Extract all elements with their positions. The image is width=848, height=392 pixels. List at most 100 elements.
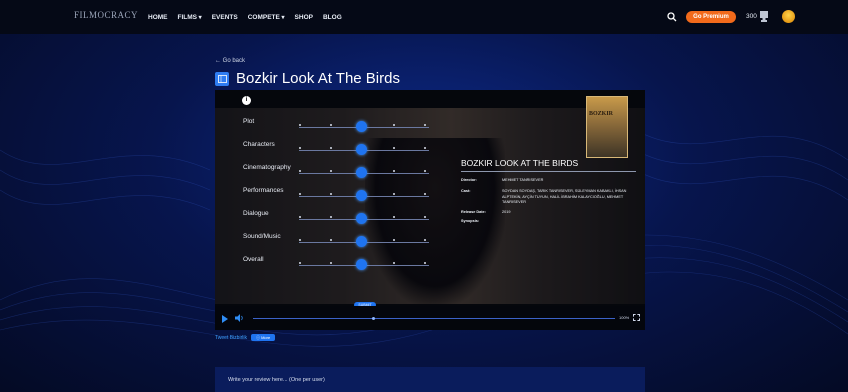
player-controls: 100%: [215, 306, 645, 330]
release-label: Release Date:: [461, 210, 486, 214]
trophy-icon[interactable]: [759, 10, 769, 23]
film-icon: [215, 71, 229, 86]
review-input[interactable]: Write your review here... (One per user): [215, 367, 645, 392]
rating-tick[interactable]: [392, 124, 395, 126]
rating-tick[interactable]: [299, 170, 301, 172]
rating-handle[interactable]: [356, 144, 368, 155]
rating-row: Cinematography: [243, 162, 443, 182]
cast-label: Cast:: [461, 189, 471, 193]
rating-slider[interactable]: [299, 144, 429, 155]
rating-tick[interactable]: [330, 193, 333, 195]
rating-label: Dialogue: [243, 210, 269, 217]
rating-tick[interactable]: [392, 239, 395, 241]
rating-tick[interactable]: [330, 239, 333, 241]
film-info: BOZKIR LOOK AT THE BIRDS Director: MEHME…: [461, 158, 636, 223]
film-poster: BOZKIR: [586, 96, 628, 158]
rating-tick[interactable]: [423, 193, 426, 195]
user-avatar[interactable]: [782, 10, 795, 23]
coin-balance: 300: [746, 13, 757, 20]
nav-item-events[interactable]: EVENTS: [212, 14, 238, 21]
top-navigation-bar: FILMOCRACY HOME FILMS EVENTS COMPETE SHO…: [0, 0, 848, 34]
rating-tick[interactable]: [392, 262, 395, 264]
play-icon[interactable]: [222, 315, 228, 323]
rating-tick[interactable]: [423, 239, 426, 241]
rating-tick[interactable]: [330, 170, 333, 172]
rating-label: Performances: [243, 187, 284, 194]
rating-slider[interactable]: [299, 190, 429, 201]
rating-row: Characters: [243, 139, 443, 159]
rating-tick[interactable]: [330, 147, 333, 149]
director-label: Director:: [461, 178, 477, 182]
info-icon[interactable]: i: [242, 96, 251, 105]
video-player[interactable]: i SUBMIT Plot Characters Cinematography Per…: [215, 90, 645, 330]
rating-slider[interactable]: [299, 236, 429, 247]
rating-handle[interactable]: [356, 121, 368, 132]
rating-tick[interactable]: [299, 124, 301, 126]
go-back-link[interactable]: ← Go back: [215, 58, 245, 64]
rating-tick[interactable]: [392, 147, 395, 149]
rating-row: Overall: [243, 254, 443, 274]
cast-value: SOYDAN SOYDAŞ, TARIK TANRISEVER, SÜLEYMA…: [502, 189, 627, 204]
video-frame: [215, 108, 645, 304]
rating-label: Overall: [243, 256, 264, 263]
nav-item-films[interactable]: FILMS: [178, 14, 202, 21]
rating-tick[interactable]: [423, 216, 426, 218]
nav-item-shop[interactable]: SHOP: [295, 14, 313, 21]
seek-handle[interactable]: [372, 317, 376, 320]
rating-slider[interactable]: [299, 213, 429, 224]
rating-label: Cinematography: [243, 164, 291, 171]
poster-title: BOZKIR: [589, 111, 614, 117]
director-value: MEHMET TANRISEVER: [502, 178, 544, 182]
rating-tick[interactable]: [330, 124, 333, 126]
rating-label: Plot: [243, 118, 255, 125]
site-logo[interactable]: FILMOCRACY: [74, 10, 138, 20]
tweet-link[interactable]: Tweet Bizbirlik: [215, 335, 247, 341]
page-title: Bozkir Look At The Birds: [236, 70, 400, 87]
rating-tick[interactable]: [392, 216, 395, 218]
rating-tick[interactable]: [299, 262, 301, 264]
fullscreen-icon[interactable]: [633, 314, 640, 321]
volume-icon[interactable]: [235, 314, 245, 322]
rating-handle[interactable]: [356, 190, 368, 201]
rating-row: Sound/Music: [243, 231, 443, 251]
rating-tick[interactable]: [330, 216, 333, 218]
zoom-level[interactable]: 100%: [619, 315, 629, 320]
page-header: Bozkir Look At The Birds: [215, 70, 400, 87]
rating-handle[interactable]: [356, 167, 368, 178]
rating-label: Characters: [243, 141, 275, 148]
rating-row: Plot: [243, 116, 443, 136]
rating-tick[interactable]: [299, 193, 301, 195]
film-heading: BOZKIR LOOK AT THE BIRDS: [461, 158, 636, 172]
share-row: Tweet Bizbirlik ⓘ More: [215, 334, 276, 341]
rating-tick[interactable]: [299, 239, 301, 241]
rating-tick[interactable]: [299, 216, 301, 218]
nav-item-home[interactable]: HOME: [148, 14, 168, 21]
rating-tick[interactable]: [423, 124, 426, 126]
rating-tick[interactable]: [299, 147, 301, 149]
nav-item-blog[interactable]: BLOG: [323, 14, 342, 21]
rating-tick[interactable]: [392, 170, 395, 172]
nav-item-compete[interactable]: COMPETE: [248, 14, 285, 21]
rating-row: Dialogue: [243, 208, 443, 228]
rating-tick[interactable]: [423, 262, 426, 264]
rating-tick[interactable]: [423, 147, 426, 149]
go-premium-button[interactable]: Go Premium: [686, 11, 736, 23]
search-icon[interactable]: [667, 12, 677, 22]
seek-bar[interactable]: [253, 317, 615, 320]
rating-slider[interactable]: [299, 121, 429, 132]
more-button[interactable]: ⓘ More: [250, 334, 276, 341]
rating-slider[interactable]: [299, 259, 429, 270]
film-glyph-icon: [217, 74, 227, 83]
release-value: 2019: [502, 210, 511, 214]
rating-handle[interactable]: [356, 236, 368, 247]
rating-tick[interactable]: [330, 262, 333, 264]
main-menu: HOME FILMS EVENTS COMPETE SHOP BLOG: [148, 14, 342, 21]
rating-label: Sound/Music: [243, 233, 281, 240]
rating-handle[interactable]: [356, 259, 368, 270]
rating-row: Performances: [243, 185, 443, 205]
rating-handle[interactable]: [356, 213, 368, 224]
rating-tick[interactable]: [392, 193, 395, 195]
synopsis-label: Synopsis:: [461, 219, 480, 223]
rating-slider[interactable]: [299, 167, 429, 178]
rating-tick[interactable]: [423, 170, 426, 172]
